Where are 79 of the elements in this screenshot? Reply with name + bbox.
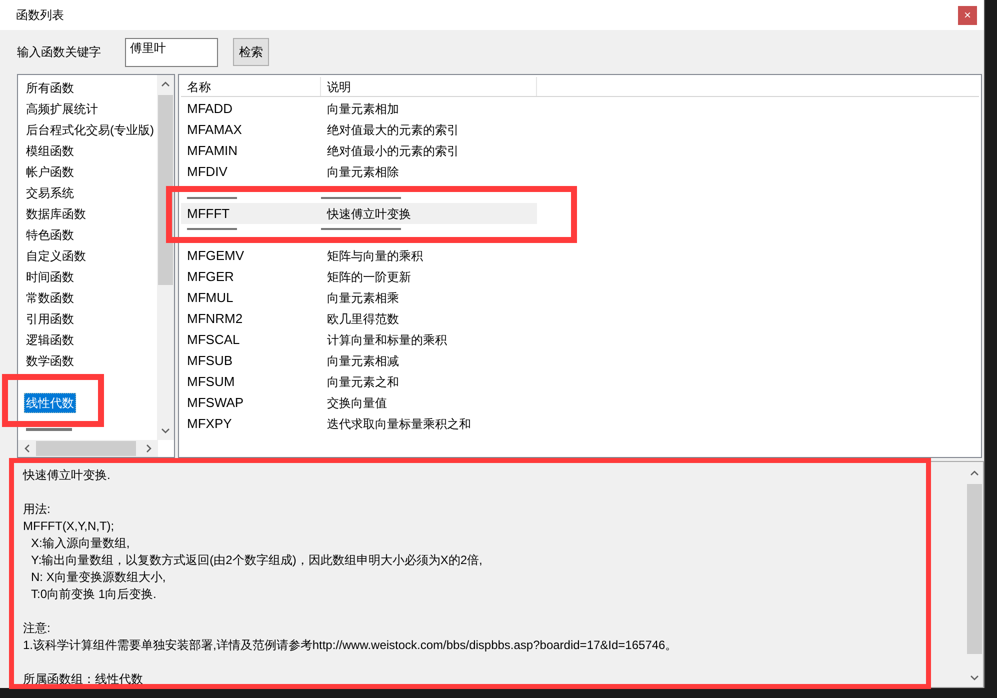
- description-line: Y:输出向量数组，以复数方式返回(由2个数字组成)，因此数组申明大小必须为X的2倍,: [30, 552, 484, 569]
- text-fragment: [26, 428, 72, 431]
- function-name: MFSCAL: [186, 330, 241, 349]
- description-line: 用法:: [23, 501, 52, 518]
- table-row[interactable]: MFXPY 迭代求取向量标量乘积之和: [181, 413, 537, 434]
- category-item[interactable]: 所有函数: [24, 78, 76, 98]
- description-line: T:0向前变换 1向后变换.: [30, 586, 158, 603]
- category-item[interactable]: 模组函数: [24, 140, 76, 160]
- function-description: 计算向量和标量的乘积: [326, 332, 447, 348]
- function-description: 快速傅立叶变换: [326, 206, 411, 222]
- function-description: 欧几里得范数: [326, 310, 399, 328]
- keyword-field[interactable]: 傅里叶: [125, 38, 218, 66]
- scrollbar-thumb[interactable]: [967, 484, 982, 654]
- function-name: MFSUB: [186, 352, 234, 370]
- table-row[interactable]: MFAMAX 绝对值最大的元素的索引: [181, 119, 537, 140]
- description-line: 所属函数组：线性代数: [23, 671, 144, 687]
- table-row[interactable]: MFMUL 向量元素相乘: [181, 287, 537, 308]
- column-header[interactable]: 说明: [321, 77, 537, 96]
- table-row[interactable]: MFSUB 向量元素相减: [181, 350, 537, 371]
- category-item[interactable]: 时间函数: [24, 266, 76, 286]
- function-name: MFDIV: [186, 162, 228, 181]
- function-name: MFGER: [186, 268, 235, 286]
- window-title: 函数列表: [16, 7, 64, 24]
- function-name: MFFFT: [186, 204, 231, 223]
- category-item[interactable]: 数据库函数: [24, 204, 88, 224]
- table-row[interactable]: MFAMIN 绝对值最小的元素的索引: [181, 140, 537, 161]
- function-description: 向量元素相除: [326, 164, 399, 180]
- category-item[interactable]: 交易系统: [24, 182, 76, 202]
- category-item[interactable]: 后台程式化交易(专业版): [24, 120, 156, 140]
- description-line: 1.该科学计算组件需要单独安装部署,详情及范例请参考http://www.weistock.com/bbs/dispbbs.asp?boardid=17&Id=165746。: [23, 637, 678, 654]
- table-row[interactable]: MFADD 向量元素相加: [181, 98, 537, 119]
- category-item[interactable]: 引用函数: [24, 308, 76, 328]
- table-row[interactable]: MFSWAP 交换向量值: [181, 392, 537, 413]
- vertical-scrollbar[interactable]: [157, 75, 174, 440]
- description-line: N: X向量变换源数组大小,: [30, 569, 167, 586]
- function-name: MFSWAP: [186, 394, 245, 412]
- function-description: 向量元素相减: [326, 352, 399, 370]
- category-item[interactable]: 特色函数: [24, 224, 76, 244]
- table-row[interactable]: MFDIV 向量元素相除: [181, 161, 537, 182]
- close-button[interactable]: ×: [958, 6, 977, 24]
- scrollbar-thumb[interactable]: [36, 441, 136, 456]
- category-item[interactable]: 数学函数: [24, 350, 76, 370]
- table-row[interactable]: MFNRM2 欧几里得范数: [181, 308, 537, 329]
- function-name: MFADD: [186, 100, 234, 118]
- table-row[interactable]: MFGER 矩阵的一阶更新: [181, 266, 537, 287]
- function-description: 绝对值最大的元素的索引: [326, 122, 459, 138]
- function-description: 绝对值最小的元素的索引: [326, 142, 459, 160]
- function-name: MFAMIN: [186, 142, 239, 160]
- function-description: 交换向量值: [326, 394, 387, 412]
- table-row[interactable]: MFSCAL 计算向量和标量的乘积: [181, 329, 537, 350]
- description-line: X:输入源向量数组,: [30, 535, 131, 552]
- function-name: MFGEMV: [186, 246, 246, 265]
- description-line: 注意:: [23, 620, 52, 637]
- function-name: MFNRM2: [186, 310, 244, 328]
- category-item[interactable]: 高频扩展统计: [24, 98, 100, 118]
- function-description: 矩阵的一阶更新: [326, 268, 411, 286]
- table-row[interactable]: MFFFT 快速傅立叶变换: [181, 203, 537, 224]
- function-description: 矩阵与向量的乘积: [326, 248, 423, 264]
- description-line: 快速傅立叶变换.: [23, 467, 112, 484]
- function-name: MFXPY: [186, 414, 233, 433]
- horizontal-scrollbar[interactable]: [18, 440, 158, 457]
- function-name: MFSUM: [186, 372, 236, 391]
- table-row[interactable]: MFSUM 向量元素之和: [181, 371, 537, 392]
- category-item[interactable]: 逻辑函数: [24, 330, 76, 350]
- column-header[interactable]: 名称: [181, 77, 321, 96]
- description-line: MFFFT(X,Y,N,T);: [23, 518, 116, 535]
- category-item[interactable]: 自定义函数: [24, 246, 88, 266]
- function-name: MFMUL: [186, 288, 234, 307]
- function-description: 迭代求取向量标量乘积之和: [326, 416, 471, 432]
- function-description: 向量元素之和: [326, 374, 399, 390]
- category-item[interactable]: 常数函数: [24, 288, 76, 308]
- function-description: 向量元素相加: [326, 100, 399, 118]
- category-item[interactable]: 帐户函数: [24, 162, 76, 182]
- search-button[interactable]: 检索: [233, 38, 269, 66]
- table-row[interactable]: MFGEMV 矩阵与向量的乘积: [181, 245, 537, 266]
- keyword-label: 输入函数关键字: [17, 44, 102, 61]
- function-name: MFAMAX: [186, 120, 243, 139]
- function-description: 向量元素相乘: [326, 290, 399, 306]
- category-item[interactable]: 线性代数: [24, 392, 76, 412]
